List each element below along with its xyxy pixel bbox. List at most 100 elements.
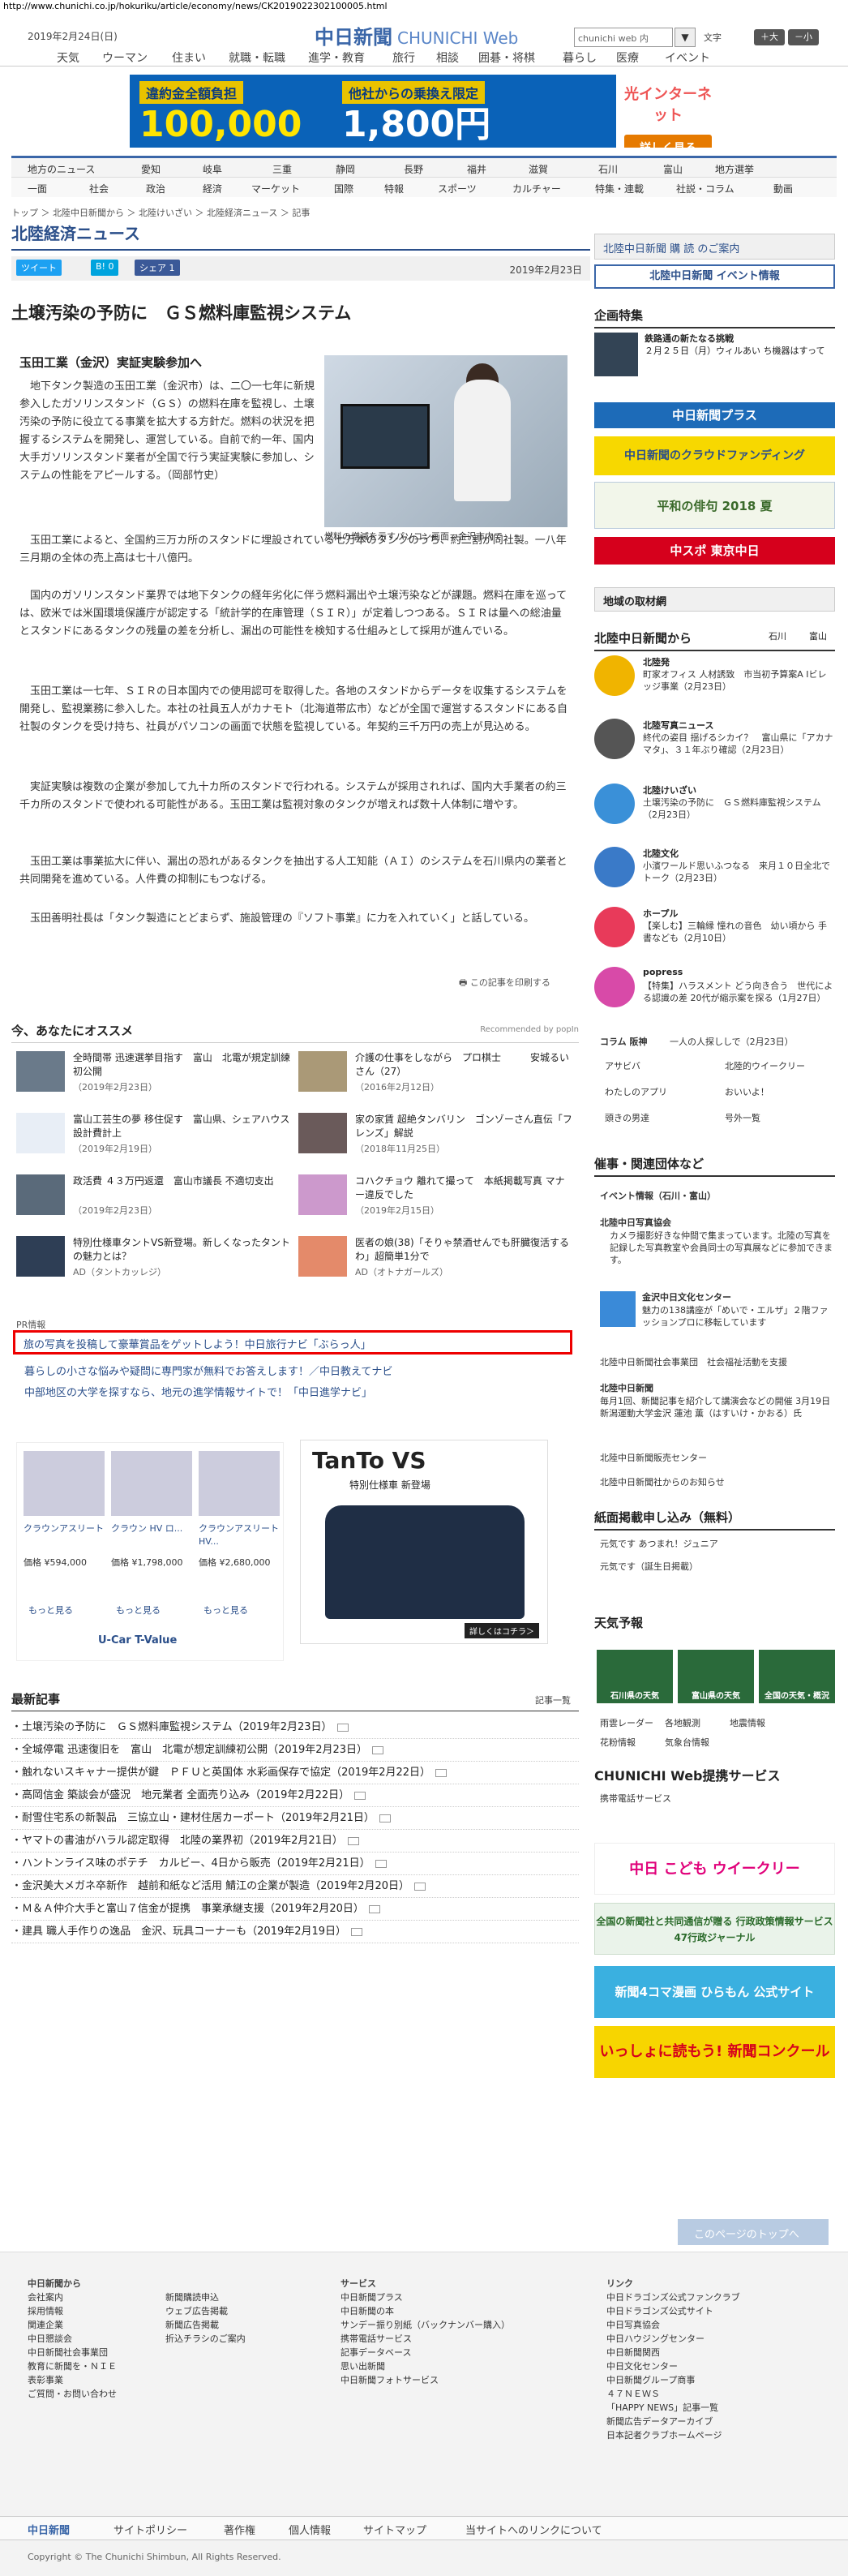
item-category[interactable]: ホープル	[643, 907, 678, 920]
feature-item[interactable]: 鉄路通の新たなる挑戦 ２月２５日（月）ウィルあい ち機器はすって	[594, 333, 835, 381]
recommend-item[interactable]: 富山工芸生の夢 移住促す 富山県、シェアハウス設計費計上 （2019年2月19日）	[16, 1113, 292, 1157]
item-category[interactable]: 北陸写真ニュース	[643, 719, 713, 732]
nav-link[interactable]: ウーマン	[102, 49, 148, 66]
item-text[interactable]: 【特集】ハラスメント どう向き合う 世代による認識の差 20代が縮示案を探る（1…	[643, 980, 833, 1004]
pr-link[interactable]: 中部地区の大学を探すなら、地元の進学情報サイトで！「中日進学ナビ」	[24, 1384, 372, 1399]
recommend-item[interactable]: 介護の仕事をしながら プロ棋士 安城るいさん（27） （2016年2月12日）	[298, 1051, 574, 1095]
latest-article-text[interactable]: ヤマトの書油がハラル認定取得 北陸の業界初（2019年2月21日）	[22, 1835, 343, 1847]
item-text[interactable]: 【楽しむ】三輪縁 憧れの音色 幼い頃から 手書なども（2月10日）	[643, 920, 833, 944]
feature-image[interactable]	[594, 333, 638, 376]
ktc-title[interactable]: 金沢中日文化センター	[642, 1291, 833, 1303]
ktc-logo[interactable]	[600, 1291, 636, 1327]
footer-link[interactable]: 携帯電話サービス	[340, 2332, 510, 2346]
heiwa-haiku-banner[interactable]: 平和の俳句 2018 夏	[594, 482, 835, 529]
footer-link[interactable]: ４７ＮＥＷＳ	[606, 2387, 740, 2401]
footer-link[interactable]: 記事データベース	[340, 2346, 510, 2359]
recommend-title-text[interactable]: 特別仕様車タントVS新登場。新しくなったタントの魅力とは？	[73, 1236, 292, 1264]
region-link[interactable]: 三重	[272, 162, 292, 176]
latest-article-text[interactable]: 耐雪住宅系の新製品 三協立山・建材住居カーポート（2019年2月21日）	[22, 1812, 375, 1824]
footer-link[interactable]: ウェブ広告掲載	[165, 2304, 246, 2318]
nav-link[interactable]: 住まい	[172, 49, 206, 66]
region-link[interactable]: 地方のニュース	[28, 162, 95, 176]
footer-bar-link[interactable]: 当サイトへのリンクについて	[465, 2522, 602, 2537]
weather-link[interactable]: 気象台情報	[665, 1736, 709, 1749]
latest-article-text[interactable]: 土壌汚染の予防に ＧＳ燃料庫監視システム（2019年2月23日）	[22, 1721, 332, 1733]
page-top-button[interactable]: このページのトップへ	[678, 2219, 829, 2245]
region-link[interactable]: 岐阜	[203, 162, 222, 176]
chunichi-plus-banner[interactable]: 中日新聞プラス	[594, 402, 835, 428]
pr-highlight-link[interactable]: 旅の写真を投稿して豪華賞品をゲットしよう！中日旅行ナビ「ぶらっ人」	[13, 1330, 572, 1355]
footer-link[interactable]: 会社案内	[28, 2290, 117, 2304]
category-link[interactable]: 経済	[203, 182, 222, 195]
kamen-birthday-link[interactable]: 元気です（誕生日掲載）	[600, 1561, 835, 1573]
weather-link[interactable]: 地震情報	[730, 1716, 765, 1729]
category-link[interactable]: 国際	[334, 182, 353, 195]
car-name[interactable]: クラウンアスリート HV...	[199, 1522, 280, 1548]
more-button[interactable]: もっと見る	[28, 1604, 109, 1616]
recommend-item[interactable]: 医者の娘(38)「そりゃ禁酒せんでも肝臓復活するわ」超簡単1分で AD（オトナガー…	[298, 1236, 574, 1280]
crowdfunding-banner[interactable]: 中日新聞のクラウドファンディング	[594, 436, 835, 475]
recommend-title-text[interactable]: 富山工芸生の夢 移住促す 富山県、シェアハウス設計費計上	[73, 1113, 292, 1140]
latest-article-text[interactable]: ハントンライス味のポテチ カルビー、4日から販売（2019年2月21日）	[22, 1857, 370, 1870]
footer-link[interactable]: 中日文化センター	[606, 2359, 740, 2373]
print-link[interactable]: 🖶 この記事を印刷する	[459, 976, 550, 991]
footer-link[interactable]: 中日ハウジングセンター	[606, 2332, 740, 2346]
nav-link[interactable]: 天気	[57, 49, 79, 66]
footer-link[interactable]: 日本記者クラブホームページ	[606, 2428, 740, 2442]
latest-article-link[interactable]: ・ハントンライス味のポテチ カルビー、4日から販売（2019年2月21日）	[11, 1853, 579, 1875]
tanto-ad[interactable]: TanTo VS 特別仕様車 新登場 詳しくはコチラ＞	[300, 1440, 548, 1644]
category-link[interactable]: 動画	[773, 182, 793, 195]
latest-article-text[interactable]: 金沢美大メガネ卒新作 越前和紙など活用 鯖江の企業が製造（2019年2月20日）	[22, 1880, 409, 1892]
region-link[interactable]: 静岡	[336, 162, 355, 176]
weather-link[interactable]: 雨雲レーダー	[600, 1716, 653, 1729]
car-name[interactable]: クラウンアスリート	[24, 1522, 105, 1535]
nav-link[interactable]: 相談	[436, 49, 459, 66]
latest-article-text[interactable]: 建具 職人手作りの逸品 金沢、玩具コーナーも（2019年2月19日）	[22, 1926, 346, 1938]
region-link[interactable]: 石川	[598, 162, 618, 176]
car-image[interactable]	[24, 1451, 105, 1516]
latest-article-link[interactable]: ・触れないスキャナー提供が鍵 ＰＦＵと英国体 水彩画保存で協定（2019年2月2…	[11, 1762, 579, 1784]
latest-article-text[interactable]: 触れないスキャナー提供が鍵 ＰＦＵと英国体 水彩画保存で協定（2019年2月22…	[22, 1767, 430, 1779]
font-large-button[interactable]: ＋大	[754, 29, 785, 45]
article-photo[interactable]	[324, 355, 567, 527]
pr-link[interactable]: 暮らしの小さな悩みや疑問に専門家が無料でお答えします！／中日教えてナビ	[24, 1363, 392, 1378]
category-link[interactable]: 特集・連載	[595, 182, 644, 195]
article-list-link[interactable]: 記事一覧	[535, 1694, 571, 1707]
item-text[interactable]: 土壌汚染の予防に ＧＳ燃料庫監視システム（2月23日）	[643, 796, 833, 821]
item-text[interactable]: 終代の姿目 揺げるシカイ？ 富山県に「アカナマタ」、３１年ぶり確認（2月23日）	[643, 732, 833, 756]
nav-link[interactable]: イベント	[665, 49, 710, 66]
category-link[interactable]: カルチャー	[512, 182, 561, 195]
nav-link[interactable]: 進学・教育	[308, 49, 365, 66]
column-link[interactable]: 一人の人探ししで（2月23日）	[670, 1035, 794, 1048]
footer-bar-link[interactable]: サイトポリシー	[113, 2522, 187, 2537]
category-link[interactable]: スポーツ	[438, 182, 477, 195]
latest-article-link[interactable]: ・高岡信金 築談会が盛況 地元業者 全面売り込み（2019年2月22日）	[11, 1784, 579, 1807]
feature-title[interactable]: 鉄路通の新たなる挑戦	[645, 333, 831, 345]
social-fund-link[interactable]: 北陸中日新聞社会事業団 社会福祉活動を支援	[600, 1356, 835, 1368]
footer-link[interactable]: 「HAPPY NEWS」記事一覧	[606, 2401, 740, 2415]
tab-ishikawa[interactable]: 石川	[769, 629, 786, 642]
footer-logo[interactable]: 中日新聞	[28, 2522, 70, 2537]
category-link[interactable]: 特報	[384, 182, 404, 195]
popin-credit[interactable]: Recommended by popIn	[480, 1025, 579, 1034]
more-button[interactable]: もっと見る	[116, 1604, 197, 1616]
region-link[interactable]: 富山	[663, 162, 683, 176]
footer-link[interactable]: 中日新聞グループ商事	[606, 2373, 740, 2387]
weather-ishikawa[interactable]: 石川県の天気	[597, 1650, 673, 1703]
item-text[interactable]: 町家オフィス 人材誘致 市当初予算案A Iビレッジ事業（2月23日）	[643, 668, 833, 693]
recommend-title-text[interactable]: 全時間帯 迅速選挙目指す 富山 北電が規定訓練初公開	[73, 1051, 292, 1079]
latest-article-text[interactable]: 高岡信金 築談会が盛況 地元業者 全面売り込み（2019年2月22日）	[22, 1789, 349, 1801]
kamen-junior-link[interactable]: 元気です あつまれ！ジュニア	[600, 1538, 835, 1550]
sidebar-link[interactable]: アサビバ	[605, 1059, 640, 1072]
latest-article-link[interactable]: ・Ｍ＆Ａ仲介大手と富山７信金が提携 事業承継支援（2019年2月20日）	[11, 1898, 579, 1921]
sidebar-link[interactable]: 頭きの男達	[605, 1111, 649, 1124]
more-button[interactable]: もっと見る	[203, 1604, 285, 1616]
event-info-link[interactable]: イベント情報（石川・富山）	[600, 1189, 716, 1202]
sales-center-link[interactable]: 北陸中日新聞販売センター	[600, 1452, 835, 1464]
newspaper-contest-banner[interactable]: いっしょに読もう! 新聞コンクール	[594, 2026, 835, 2078]
mobile-service-link[interactable]: 携帯電話サービス	[600, 1792, 835, 1805]
sidebar-link[interactable]: 北陸的ウイークリー	[725, 1059, 805, 1072]
item-text[interactable]: 小濱ワールド思いふつなる 来月１０日全北でトーク（2月23日）	[643, 860, 833, 884]
category-link[interactable]: マーケット	[251, 182, 300, 195]
footer-bar-link[interactable]: 個人情報	[289, 2522, 331, 2537]
